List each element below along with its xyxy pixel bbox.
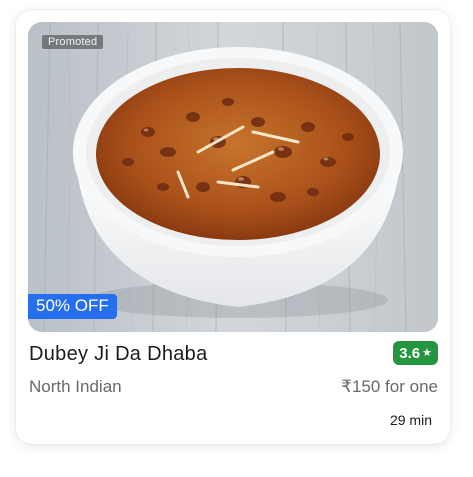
delivery-time: 29 min — [389, 412, 432, 428]
discount-badge: 50% OFF — [28, 294, 117, 319]
rating-badge: 3.6 ★ — [393, 341, 438, 365]
restaurant-name[interactable]: Dubey Ji Da Dhaba — [29, 343, 208, 366]
cuisine-label: North Indian — [29, 377, 122, 396]
restaurant-card[interactable]: Promoted 50% OFF Dubey Ji Da Dhaba 3.6 ★… — [16, 10, 450, 444]
price-for-one: ₹150 for one — [341, 377, 438, 396]
food-photo[interactable]: Promoted 50% OFF — [28, 22, 438, 332]
rating-value: 3.6 — [399, 344, 421, 362]
star-icon: ★ — [422, 346, 432, 359]
rajma-bowl-image — [28, 22, 438, 332]
promoted-tag: Promoted — [42, 35, 104, 49]
